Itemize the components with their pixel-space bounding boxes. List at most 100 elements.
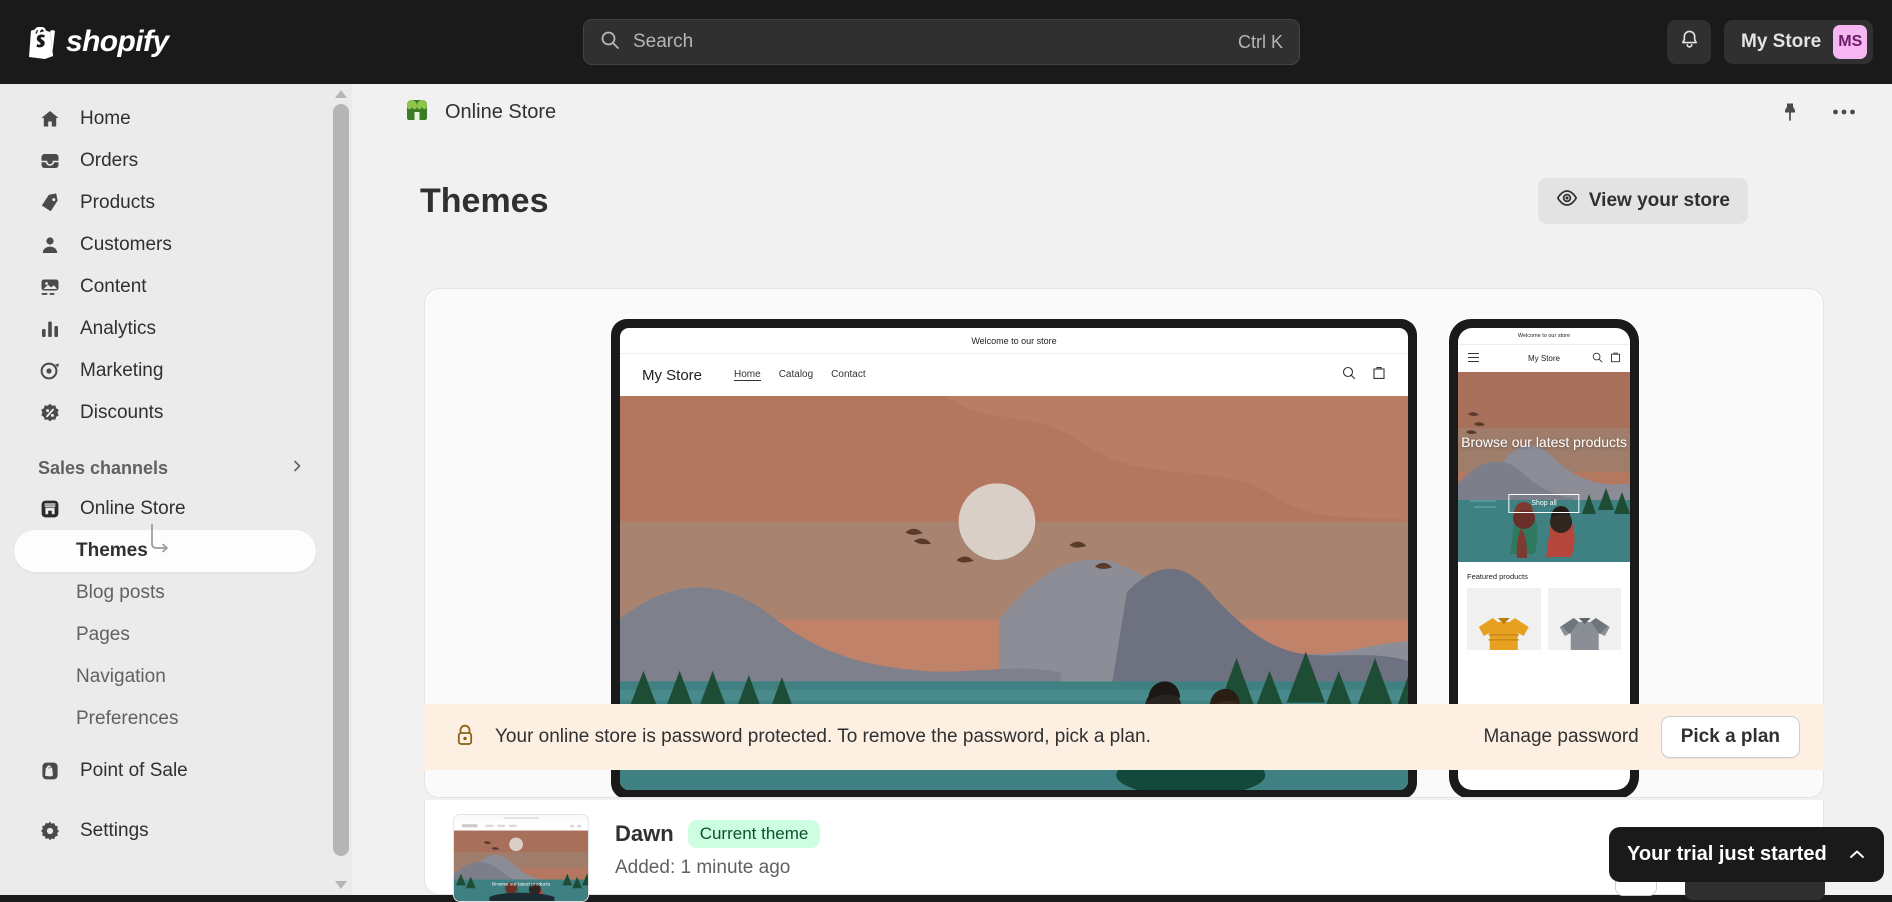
lock-icon	[454, 723, 476, 752]
sidebar-item-settings[interactable]: Settings	[14, 810, 316, 852]
sidebar-item-preferences[interactable]: Preferences	[14, 698, 316, 740]
shopify-pos-icon	[38, 759, 62, 783]
global-search-input[interactable]: Search Ctrl K	[583, 19, 1300, 65]
scrollbar-thumb[interactable]	[333, 104, 349, 856]
main-scrollbar[interactable]	[330, 84, 352, 895]
gear-icon	[38, 819, 62, 843]
status-badge: Current theme	[687, 820, 821, 848]
top-bar: shopify Search Ctrl K My Store MS	[0, 0, 1892, 84]
more-horizontal-icon[interactable]	[1830, 98, 1858, 126]
sidebar-item-label: Marketing	[80, 360, 164, 381]
sidebar-item-marketing[interactable]: Marketing	[14, 350, 316, 392]
hamburger-menu-icon[interactable]	[1467, 350, 1480, 368]
breadcrumb[interactable]: Online Store	[445, 101, 556, 124]
sidebar-item-label: Discounts	[80, 402, 164, 423]
sidebar-item-analytics[interactable]: Analytics	[14, 308, 316, 350]
theme-name: Dawn	[615, 821, 674, 846]
sidebar-item-pages[interactable]: Pages	[14, 614, 316, 656]
product-tag-icon	[38, 191, 62, 215]
product-thumb-gray-tee[interactable]	[1547, 588, 1621, 650]
store-nav-link-catalog[interactable]: Catalog	[779, 369, 813, 381]
store-brand: My Store	[642, 366, 703, 384]
chevron-right-icon	[290, 459, 304, 478]
store-announcement-bar: Welcome to our store	[620, 328, 1408, 354]
avatar: MS	[1833, 25, 1868, 59]
chevron-up-icon[interactable]	[1848, 843, 1866, 866]
store-nav-link-contact[interactable]: Contact	[831, 369, 865, 381]
mobile-featured-products: Featured products	[1458, 562, 1630, 650]
product-thumb-orange-tee[interactable]	[1467, 588, 1541, 650]
toast-message: Your trial just started	[1627, 843, 1827, 865]
search-shortcut: Ctrl K	[1238, 31, 1283, 52]
scroll-up-arrow-icon[interactable]	[335, 90, 347, 98]
sidebar-item-label: Customers	[80, 234, 172, 255]
shopify-wordmark: shopify	[66, 25, 169, 58]
mobile-hero-image: Browse our latest products Shop all	[1458, 372, 1630, 562]
theme-added-date: Added: 1 minute ago	[615, 857, 791, 878]
sidebar-item-label: Products	[80, 192, 155, 213]
sidebar-item-blog-posts[interactable]: Blog posts	[14, 572, 316, 614]
sidebar-item-label: Point of Sale	[80, 760, 188, 781]
storefront-icon	[38, 497, 62, 521]
view-store-button[interactable]: View your store	[1537, 178, 1748, 224]
mobile-announcement-bar: Welcome to our store	[1458, 328, 1630, 345]
view-store-label: View your store	[1588, 190, 1730, 211]
sidebar-item-orders[interactable]: Orders	[14, 140, 316, 182]
person-icon	[38, 233, 62, 257]
search-icon[interactable]	[1592, 350, 1603, 368]
theme-info: Dawn Current theme Added: 1 minute ago	[615, 814, 821, 879]
content-image-icon	[38, 275, 62, 299]
manage-password-link[interactable]: Manage password	[1483, 726, 1638, 748]
bar-chart-icon	[38, 317, 62, 341]
shopify-bag-icon	[26, 25, 56, 59]
sidebar-item-content[interactable]: Content	[14, 266, 316, 308]
sidebar-item-label: Pages	[76, 624, 130, 645]
sidebar-section-label: Sales channels	[38, 457, 169, 478]
store-name-label: My Store	[1741, 31, 1822, 52]
eye-icon	[1556, 189, 1578, 213]
shopping-bag-icon[interactable]	[1610, 350, 1621, 368]
mobile-hero-heading: Browse our latest products	[1461, 434, 1627, 450]
store-account-button[interactable]: My Store MS	[1724, 20, 1874, 64]
pin-icon[interactable]	[1776, 98, 1804, 126]
scroll-down-arrow-icon[interactable]	[335, 881, 347, 889]
sidebar-item-discounts[interactable]: Discounts	[14, 392, 316, 434]
shopping-bag-icon[interactable]	[1372, 365, 1386, 385]
banner-message: Your online store is password protected.…	[495, 726, 1151, 747]
sidebar-item-label: Orders	[80, 150, 139, 171]
search-icon	[600, 30, 620, 55]
shopify-logo[interactable]: shopify	[26, 25, 169, 59]
context-bar: Online Store	[352, 84, 1892, 140]
sidebar-item-label: Online Store	[80, 498, 186, 519]
sidebar-item-point-of-sale[interactable]: Point of Sale	[14, 750, 316, 792]
search-icon[interactable]	[1342, 366, 1356, 385]
sidebar-item-customers[interactable]: Customers	[14, 224, 316, 266]
megaphone-target-icon	[38, 359, 62, 383]
sidebar-item-label: Analytics	[80, 318, 157, 339]
online-store-green-icon	[404, 97, 430, 128]
sidebar-item-label: Settings	[80, 820, 149, 841]
orders-inbox-icon	[38, 149, 62, 173]
notifications-button[interactable]	[1667, 20, 1711, 64]
home-icon	[38, 107, 62, 131]
sidebar-item-label: Home	[80, 108, 131, 129]
page-header: Themes View your store	[420, 178, 1820, 224]
sidebar: Home Orders Products Customers Content A…	[0, 84, 330, 895]
store-nav-link-home[interactable]: Home	[734, 369, 761, 381]
sidebar-item-navigation[interactable]: Navigation	[14, 656, 316, 698]
sidebar-section-sales-channels[interactable]: Sales channels	[14, 448, 316, 488]
discount-percent-icon	[38, 401, 62, 425]
sidebar-item-label: Navigation	[76, 666, 166, 687]
pick-a-plan-button[interactable]: Pick a plan	[1660, 716, 1800, 758]
store-nav: My Store Home Catalog Contact	[620, 354, 1408, 396]
mobile-hero-cta[interactable]: Shop all	[1508, 494, 1580, 513]
trial-toast[interactable]: Your trial just started	[1609, 827, 1884, 882]
theme-thumbnail: Browse our latest products	[453, 814, 589, 902]
sidebar-item-label: Preferences	[76, 708, 179, 729]
sidebar-item-products[interactable]: Products	[14, 182, 316, 224]
page-title: Themes	[420, 181, 549, 220]
nested-arrow-icon	[148, 524, 170, 553]
sidebar-item-label: Themes	[76, 540, 148, 561]
sidebar-item-label: Blog posts	[76, 582, 165, 603]
sidebar-item-home[interactable]: Home	[14, 98, 316, 140]
